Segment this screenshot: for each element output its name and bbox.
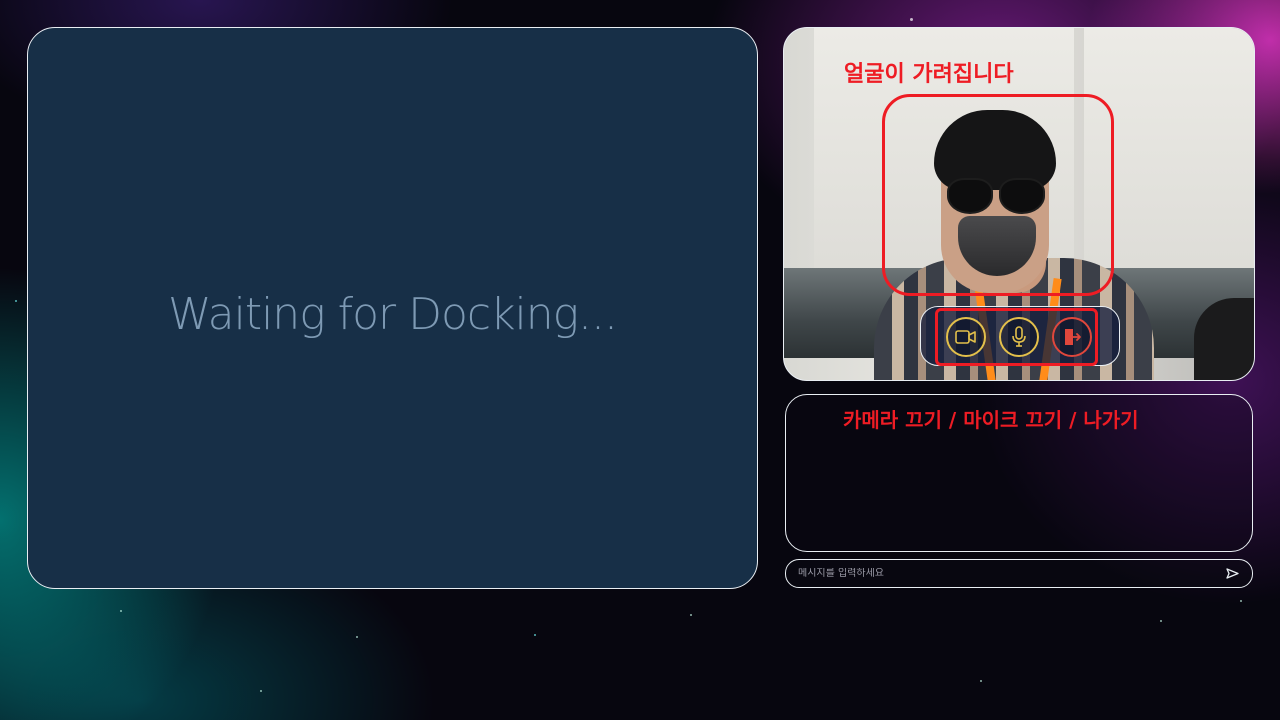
send-message-button[interactable] [1224,566,1240,582]
waiting-for-docking-text: Waiting for Docking... [167,288,618,340]
chat-input-bar [785,559,1253,588]
camera-toggle-button[interactable] [946,317,986,357]
chat-message-input[interactable] [798,568,1224,579]
send-icon [1225,568,1239,579]
main-stage-panel: Waiting for Docking... [27,27,758,589]
exit-door-icon [1065,329,1081,345]
microphone-icon [1012,326,1026,347]
controls-annotation-label: 카메라 끄기 / 마이크 끄기 / 나가기 [843,408,1139,432]
self-video-preview: 얼굴이 가려집니다 [783,27,1255,381]
video-camera-icon [955,330,976,344]
face-annotation-box [882,94,1114,296]
face-annotation-label: 얼굴이 가려집니다 [844,62,1014,87]
microphone-toggle-button[interactable] [999,317,1039,357]
leave-call-button[interactable] [1052,317,1092,357]
background-person [1194,298,1254,380]
